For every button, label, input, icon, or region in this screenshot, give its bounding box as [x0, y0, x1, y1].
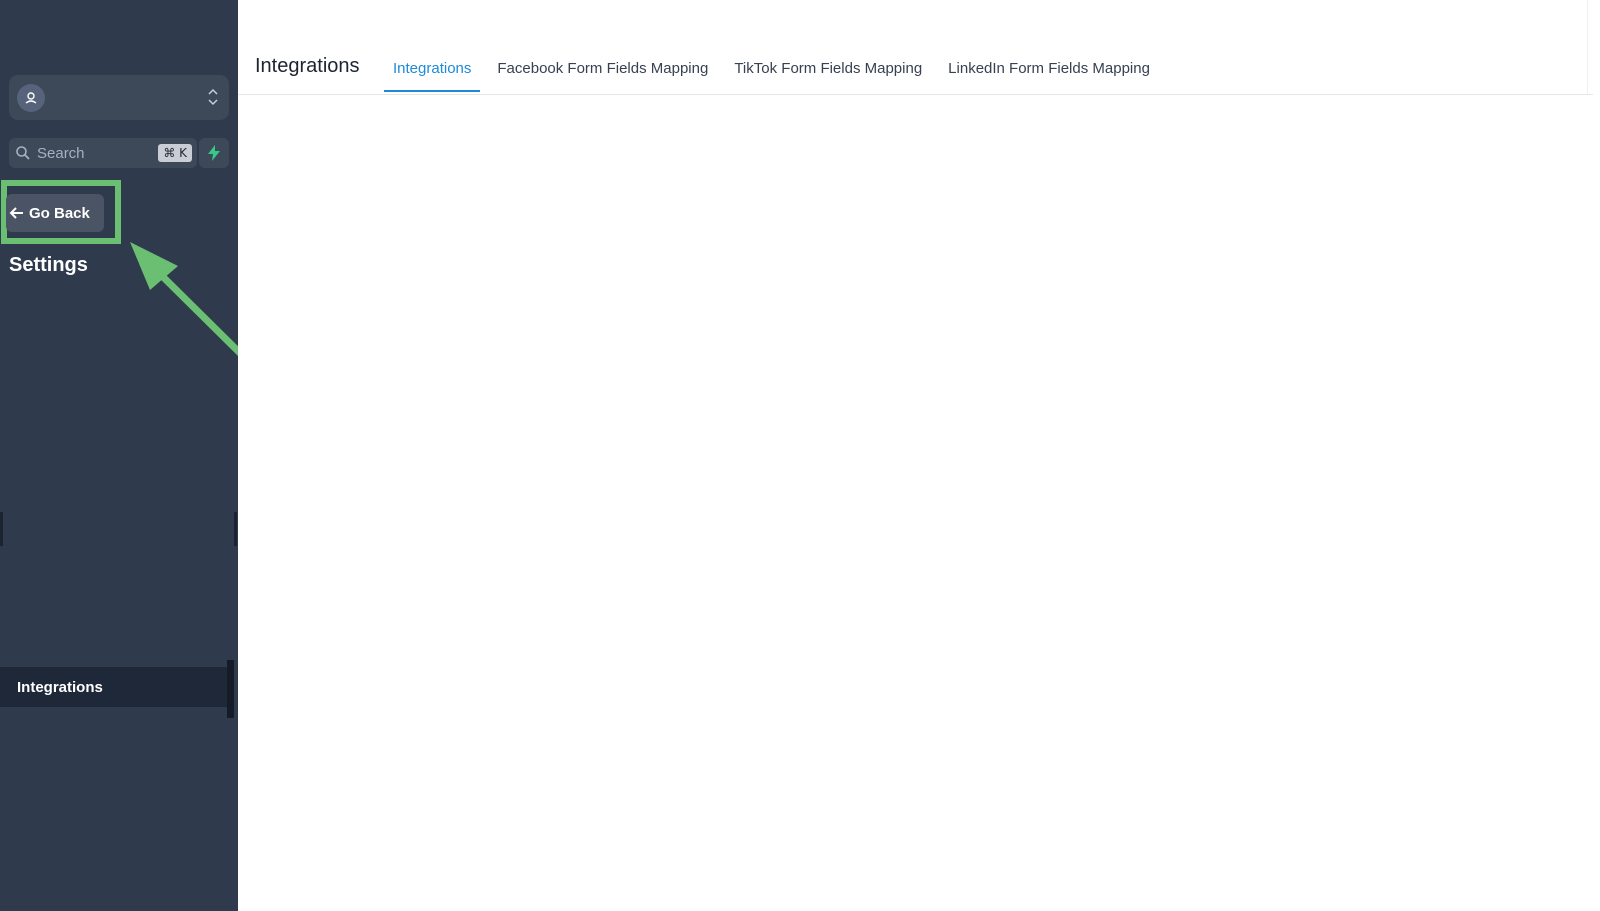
sidebar: Search ⌘ K Go Back Settings Integrations [0, 0, 238, 911]
tab-facebook-form-fields-mapping[interactable]: Facebook Form Fields Mapping [488, 50, 717, 92]
main-content: Integrations Integrations Facebook Form … [238, 0, 1600, 911]
sidebar-item-integrations[interactable]: Integrations [0, 667, 228, 707]
sidebar-edge-marker [234, 512, 237, 546]
page-header: Integrations Integrations Facebook Form … [238, 0, 1593, 95]
search-input[interactable]: Search ⌘ K [9, 138, 197, 168]
tab-linkedin-form-fields-mapping[interactable]: LinkedIn Form Fields Mapping [939, 50, 1159, 92]
search-icon [16, 146, 30, 160]
arrow-left-icon [9, 207, 23, 219]
page-scrollbar[interactable] [1587, 0, 1593, 94]
tab-tiktok-form-fields-mapping[interactable]: TikTok Form Fields Mapping [725, 50, 931, 92]
tab-bar: Integrations Facebook Form Fields Mappin… [384, 50, 1167, 92]
go-back-label: Go Back [29, 204, 90, 222]
chevron-up-down-icon [208, 88, 218, 106]
lightning-bolt-icon [208, 145, 220, 161]
quick-action-button[interactable] [199, 138, 229, 168]
annotation-arrow [130, 242, 248, 361]
tab-integrations[interactable]: Integrations [384, 50, 481, 92]
page-title: Integrations [255, 55, 360, 77]
app-window: Search ⌘ K Go Back Settings Integrations [0, 0, 1600, 911]
search-placeholder: Search [37, 144, 85, 162]
search-shortcut-hint: ⌘ K [158, 144, 192, 162]
sidebar-edge-marker [0, 512, 3, 546]
account-switcher[interactable] [9, 75, 229, 120]
sidebar-item-label: Integrations [17, 678, 103, 696]
go-back-button[interactable]: Go Back [6, 194, 104, 232]
sidebar-scrollbar[interactable] [227, 660, 234, 718]
user-location-icon [17, 83, 45, 112]
settings-heading: Settings [9, 254, 88, 276]
